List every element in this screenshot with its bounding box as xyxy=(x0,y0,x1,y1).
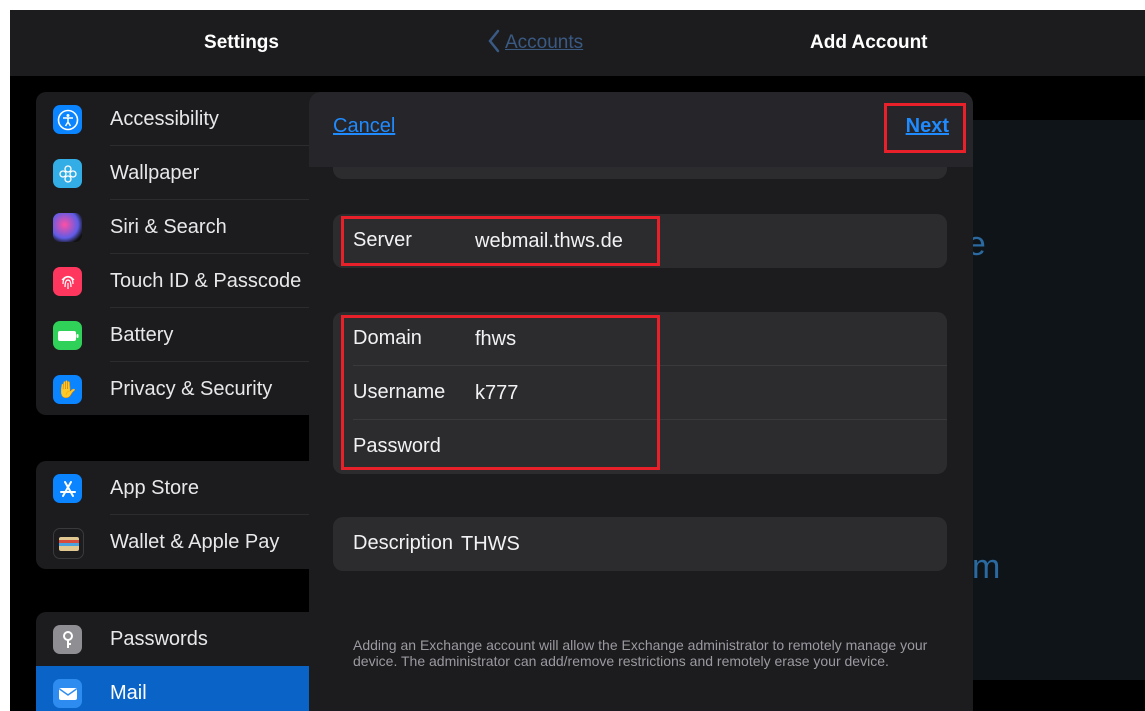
app-store-icon xyxy=(53,474,82,503)
description-label: Description xyxy=(353,532,454,554)
exchange-admin-notice: Adding an Exchange account will allow th… xyxy=(353,637,928,669)
chevron-left-icon[interactable] xyxy=(487,28,501,54)
hand-icon: ✋ xyxy=(53,375,82,404)
accessibility-icon xyxy=(53,105,82,134)
sidebar-item-label: Wallet & Apple Pay xyxy=(110,531,280,553)
key-icon xyxy=(53,625,82,654)
siri-icon xyxy=(53,213,82,242)
description-field[interactable]: Description THWS xyxy=(333,517,947,571)
sidebar-item-label: App Store xyxy=(110,477,199,499)
highlight-credentials xyxy=(341,315,660,470)
wallet-icon xyxy=(53,528,84,559)
settings-title: Settings xyxy=(204,32,279,53)
email-card-edge xyxy=(333,167,947,179)
fingerprint-icon xyxy=(53,267,82,296)
description-card: Description THWS xyxy=(333,517,947,571)
highlight-server xyxy=(341,216,660,266)
sidebar-item-label: Mail xyxy=(110,682,147,704)
sidebar-item-label: Siri & Search xyxy=(110,216,227,238)
background-fragment: m xyxy=(972,548,1001,586)
back-button-accounts[interactable]: Accounts xyxy=(505,32,583,54)
wallpaper-icon xyxy=(53,159,82,188)
sidebar-item-label: Wallpaper xyxy=(110,162,200,184)
battery-icon xyxy=(53,321,82,350)
page-title: Add Account xyxy=(810,32,928,53)
sidebar-item-label: Battery xyxy=(110,324,174,346)
description-input[interactable]: THWS xyxy=(461,533,520,556)
mail-icon xyxy=(53,679,82,708)
sidebar-item-label: Accessibility xyxy=(110,108,219,130)
settings-header: Settings xyxy=(10,10,473,76)
sidebar-item-label: Passwords xyxy=(110,628,208,650)
cancel-button[interactable]: Cancel xyxy=(333,115,395,138)
sidebar-item-label: Privacy & Security xyxy=(110,378,273,400)
ipad-screen: Settings Accessibility Wallpaper Siri & xyxy=(10,10,1145,711)
sidebar-item-label: Touch ID & Passcode xyxy=(110,270,302,292)
sheet-navbar: Cancel Next xyxy=(309,92,973,167)
background-account-list xyxy=(970,120,1145,680)
highlight-next xyxy=(884,103,966,153)
